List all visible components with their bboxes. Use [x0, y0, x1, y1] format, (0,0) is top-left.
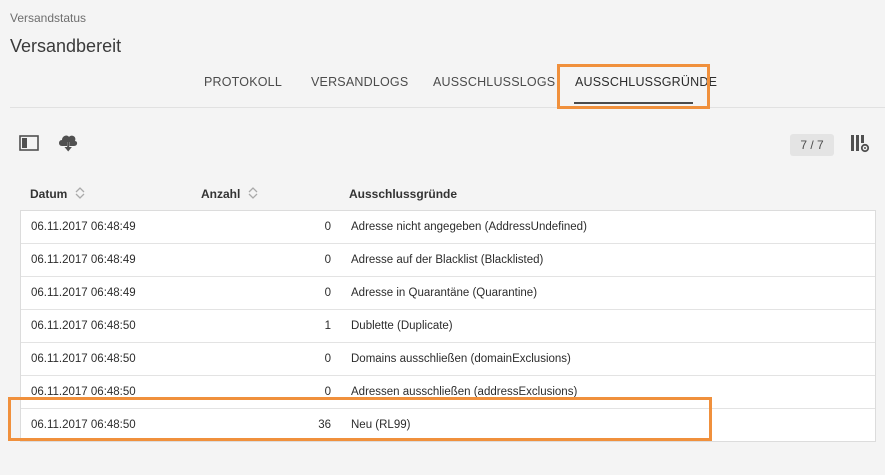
cell-reason: Dublette (Duplicate)	[351, 320, 453, 332]
sort-icon[interactable]	[75, 187, 85, 202]
cell-reason: Adresse in Quarantäne (Quarantine)	[351, 287, 538, 299]
column-header-ausschlussgruende: Ausschlussgründe	[349, 187, 458, 201]
cell-reason: Adresse auf der Blacklist (Blacklisted)	[351, 254, 544, 266]
table-row[interactable]: 06.11.2017 06:48:49 0 Adresse nicht ange…	[21, 211, 875, 244]
cell-count: 0	[324, 221, 331, 233]
cell-count: 1	[324, 320, 331, 332]
column-header-datum[interactable]: Datum	[30, 187, 85, 202]
highlight-box-row	[8, 397, 712, 441]
table-row[interactable]: 06.11.2017 06:48:49 0 Adresse auf der Bl…	[21, 244, 875, 277]
cell-date: 06.11.2017 06:48:49	[31, 254, 136, 266]
sidebar-toggle-icon[interactable]	[19, 133, 39, 153]
tab-ausschlusslogs[interactable]: AUSSCHLUSSLOGS	[433, 75, 555, 89]
table-row[interactable]: 06.11.2017 06:48:49 0 Adresse in Quarant…	[21, 277, 875, 310]
cell-reason: Domains ausschließen (domainExclusions)	[351, 353, 571, 365]
tab-divider	[10, 107, 885, 108]
sort-icon[interactable]	[248, 187, 258, 202]
cell-count: 0	[324, 353, 331, 365]
page-title: Versandbereit	[10, 36, 122, 56]
column-header-anzahl[interactable]: Anzahl	[201, 187, 258, 202]
tab-protokoll[interactable]: PROTOKOLL	[204, 75, 282, 89]
cell-date: 06.11.2017 06:48:49	[31, 287, 136, 299]
status-label: Versandstatus	[10, 11, 87, 25]
cell-date: 06.11.2017 06:48:49	[31, 221, 136, 233]
column-settings-icon[interactable]	[850, 133, 870, 153]
cell-date: 06.11.2017 06:48:50	[31, 320, 136, 332]
table-row[interactable]: 06.11.2017 06:48:50 0 Domains ausschließ…	[21, 343, 875, 376]
cell-count: 0	[324, 287, 331, 299]
row-count-badge: 7 / 7	[790, 134, 834, 156]
cell-count: 0	[324, 254, 331, 266]
table-row[interactable]: 06.11.2017 06:48:50 1 Dublette (Duplicat…	[21, 310, 875, 343]
highlight-box-tab	[557, 64, 710, 109]
cloud-download-icon[interactable]	[57, 133, 78, 153]
cell-date: 06.11.2017 06:48:50	[31, 353, 136, 365]
tab-versandlogs[interactable]: VERSANDLOGS	[311, 75, 408, 89]
cell-reason: Adresse nicht angegeben (AddressUndefine…	[351, 221, 587, 233]
